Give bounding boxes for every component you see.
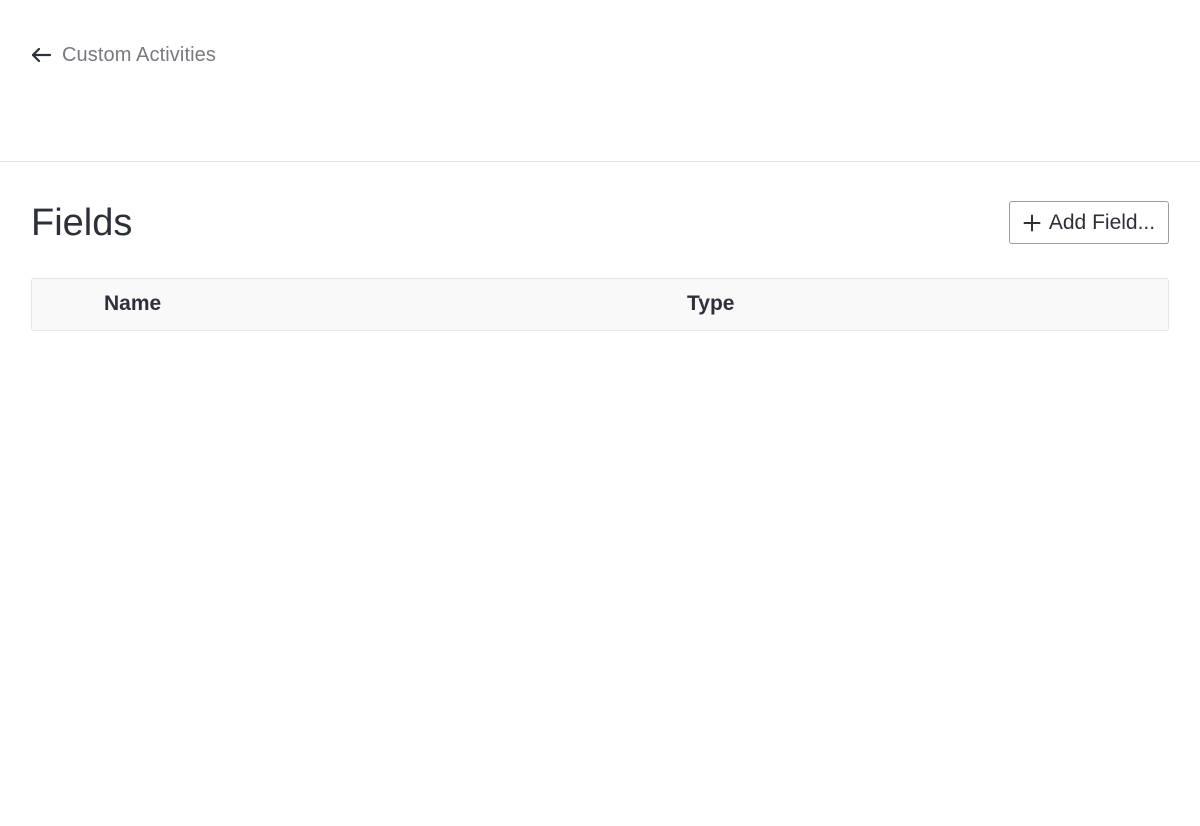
add-field-label: Add Field...	[1048, 210, 1156, 234]
back-link-label: Custom Activities	[62, 43, 216, 66]
back-link[interactable]: Custom Activities	[30, 42, 216, 68]
column-header-name[interactable]: Name	[104, 292, 161, 316]
fields-table-header: Name Type	[31, 278, 1169, 331]
plus-icon	[1023, 214, 1041, 232]
column-header-type[interactable]: Type	[687, 292, 734, 316]
page: Custom Activities Fields Add Field... Na…	[0, 0, 1200, 826]
arrow-left-icon	[30, 46, 52, 64]
section-title: Fields	[31, 202, 133, 244]
add-field-button[interactable]: Add Field...	[1009, 201, 1169, 244]
header-divider	[0, 161, 1200, 162]
